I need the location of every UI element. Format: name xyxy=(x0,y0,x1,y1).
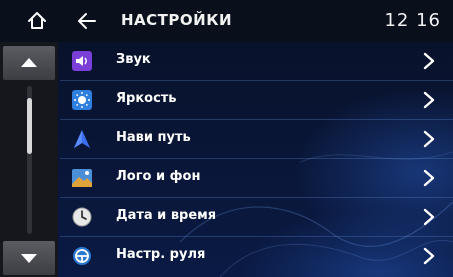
settings-item-brightness[interactable]: Яркость xyxy=(60,81,453,120)
settings-item-label: Яркость xyxy=(116,91,177,106)
scrollbar-thumb[interactable] xyxy=(27,98,32,154)
speaker-icon xyxy=(72,51,92,71)
scroll-up-button[interactable] xyxy=(3,46,55,80)
page-title: НАСТРОЙКИ xyxy=(121,11,233,29)
chevron-right-icon xyxy=(423,208,435,226)
triangle-up-icon xyxy=(21,58,37,67)
settings-item-label: Нави путь xyxy=(116,130,191,145)
chevron-right-icon xyxy=(423,52,435,70)
settings-list: Звук Яркость Нави путь Лого и фон Дата и… xyxy=(60,42,453,277)
settings-item-date-time[interactable]: Дата и время xyxy=(60,198,453,237)
settings-item-navi-path[interactable]: Нави путь xyxy=(60,120,453,159)
triangle-down-icon xyxy=(21,254,37,263)
scrollbar-track[interactable] xyxy=(27,86,32,234)
top-bar: НАСТРОЙКИ 12 16 xyxy=(0,0,453,42)
settings-item-label: Дата и время xyxy=(116,208,217,223)
settings-item-label: Звук xyxy=(116,52,151,67)
home-icon[interactable] xyxy=(26,10,48,32)
brightness-icon xyxy=(72,90,92,110)
chevron-right-icon xyxy=(423,247,435,265)
settings-item-sound[interactable]: Звук xyxy=(60,42,453,81)
settings-item-label: Лого и фон xyxy=(116,169,201,184)
chevron-right-icon xyxy=(423,91,435,109)
chevron-right-icon xyxy=(423,130,435,148)
steering-wheel-icon xyxy=(73,247,91,265)
settings-panel: Звук Яркость Нави путь Лого и фон Дата и… xyxy=(0,42,453,277)
picture-icon xyxy=(72,169,92,187)
clock-icon xyxy=(72,207,92,227)
scroll-column xyxy=(0,42,58,277)
clock: 12 16 xyxy=(384,10,441,31)
back-arrow-icon[interactable] xyxy=(76,10,98,32)
settings-item-label: Настр. руля xyxy=(116,247,206,262)
navigation-arrow-icon xyxy=(74,130,90,148)
chevron-right-icon xyxy=(423,169,435,187)
settings-item-logo-background[interactable]: Лого и фон xyxy=(60,159,453,198)
settings-item-steering[interactable]: Настр. руля xyxy=(60,237,453,275)
scroll-down-button[interactable] xyxy=(3,241,55,275)
